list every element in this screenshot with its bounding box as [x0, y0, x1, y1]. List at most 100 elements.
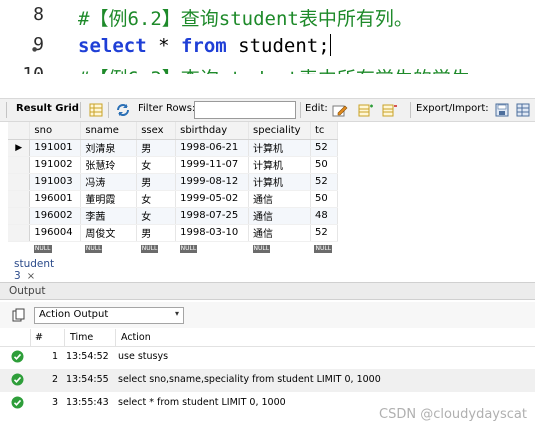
cell-sbirthday[interactable]: 1998-03-10	[175, 224, 250, 242]
output-type-select[interactable]: Action Output ▾	[34, 307, 184, 324]
grid-view-icon[interactable]	[88, 102, 104, 118]
insert-row-icon[interactable]	[358, 102, 374, 118]
row-selector[interactable]	[8, 173, 31, 191]
tab-student-3[interactable]: student 3 ×	[8, 256, 61, 282]
current-row-marker-icon[interactable]: ▶	[8, 139, 31, 157]
null-cell-sname[interactable]: NULL	[80, 241, 137, 253]
table-row[interactable]: 196004 周俊文 男 1998-03-10 通信 52	[8, 224, 339, 242]
output-row[interactable]: 2 13:54:55 select sno,sname,speciality f…	[0, 369, 535, 392]
null-cell-tc[interactable]: NULL	[310, 241, 338, 253]
row-selector[interactable]	[8, 156, 31, 174]
table-row[interactable]: ▶ 191001 刘清泉 男 1998-06-21 计算机 52	[8, 139, 339, 157]
cell-speciality[interactable]: 计算机	[248, 139, 311, 157]
output-row[interactable]: 1 13:54:52 use stusys	[0, 346, 535, 369]
cell-sno[interactable]: 191001	[29, 139, 82, 157]
column-header-sno[interactable]: sno	[29, 122, 82, 140]
cell-sno[interactable]: 191002	[29, 156, 82, 174]
toolbar-separator	[410, 102, 411, 118]
cell-sname[interactable]: 冯涛	[80, 173, 138, 191]
comment-text: #【例6.2】查询student表中所有列。	[78, 8, 413, 30]
table-row[interactable]: 191002 张慧玲 女 1999-11-07 计算机 50	[8, 156, 339, 174]
cell-sname[interactable]: 董明霞	[80, 190, 138, 208]
cell-ssex[interactable]: 女	[136, 207, 177, 225]
cell-sname[interactable]: 李茜	[80, 207, 138, 225]
result-grid[interactable]: sno sname ssex sbirthday speciality tc ▶…	[8, 122, 339, 253]
import-icon[interactable]	[515, 102, 531, 118]
cell-tc[interactable]: 50	[310, 190, 339, 208]
column-header-sbirthday[interactable]: sbirthday	[175, 122, 250, 140]
edit-row-icon[interactable]	[332, 102, 348, 118]
cell-sno[interactable]: 196004	[29, 224, 82, 242]
row-selector-header[interactable]	[8, 122, 31, 140]
column-header-speciality[interactable]: speciality	[248, 122, 311, 140]
cell-ssex[interactable]: 男	[136, 173, 177, 191]
editor-line-10[interactable]: 10 #【例6.3】查询student表中所有学生的学生	[0, 64, 535, 74]
cell-speciality[interactable]: 计算机	[248, 156, 311, 174]
null-cell-sbirthday[interactable]: NULL	[175, 241, 249, 253]
cell-sbirthday[interactable]: 1998-06-21	[175, 139, 250, 157]
cell-tc[interactable]: 50	[310, 156, 339, 174]
sql-statement: select * from student;	[78, 34, 331, 57]
cell-ssex[interactable]: 男	[136, 224, 177, 242]
row-selector[interactable]	[8, 224, 31, 242]
cell-ssex[interactable]: 女	[136, 156, 177, 174]
cell-sname[interactable]: 刘清泉	[80, 139, 138, 157]
result-grid-tab[interactable]: Result Grid	[16, 103, 79, 114]
cell-sbirthday[interactable]: 1999-08-12	[175, 173, 250, 191]
null-badge: NULL	[140, 244, 159, 253]
table-row[interactable]: 196001 董明霞 女 1999-05-02 通信 50	[8, 190, 339, 208]
cell-speciality[interactable]: 通信	[248, 207, 311, 225]
output-header-row: # Time Action	[0, 329, 535, 347]
column-header-action[interactable]: Action	[121, 332, 151, 343]
row-selector[interactable]	[8, 207, 31, 225]
cell-tc[interactable]: 48	[310, 207, 339, 225]
export-import-label: Export/Import:	[416, 103, 489, 114]
null-cell-ssex[interactable]: NULL	[136, 241, 176, 253]
cell-sname[interactable]: 周俊文	[80, 224, 138, 242]
table-row[interactable]: 196002 李茜 女 1998-07-25 通信 48	[8, 207, 339, 225]
edit-label: Edit:	[305, 103, 328, 114]
cell-speciality[interactable]: 计算机	[248, 173, 311, 191]
cell-ssex[interactable]: 女	[136, 190, 177, 208]
editor-line-8[interactable]: 8 #【例6.2】查询student表中所有列。	[0, 4, 535, 34]
cell-tc[interactable]: 52	[310, 139, 339, 157]
cell-sno[interactable]: 191003	[29, 173, 82, 191]
null-cell-sno[interactable]: NULL	[29, 241, 81, 253]
column-divider[interactable]	[30, 329, 31, 346]
cell-sbirthday[interactable]: 1999-11-07	[175, 156, 250, 174]
editor-line-9[interactable]: 9 ● select * from student;	[0, 34, 535, 64]
new-row-placeholder[interactable]: NULL NULL NULL NULL NULL NULL	[8, 241, 338, 253]
cell-sbirthday[interactable]: 1999-05-02	[175, 190, 250, 208]
column-header-sname[interactable]: sname	[80, 122, 138, 140]
refresh-icon[interactable]	[115, 102, 131, 118]
null-badge: NULL	[33, 244, 52, 253]
null-cell-speciality[interactable]: NULL	[248, 241, 311, 253]
success-check-icon	[11, 396, 24, 409]
column-divider[interactable]	[64, 329, 65, 346]
column-divider[interactable]	[115, 329, 116, 346]
column-header-tc[interactable]: tc	[310, 122, 339, 140]
cell-tc[interactable]: 52	[310, 224, 339, 242]
delete-row-icon[interactable]	[382, 102, 398, 118]
toolbar-separator	[300, 102, 301, 118]
cell-speciality[interactable]: 通信	[248, 224, 311, 242]
cell-ssex[interactable]: 男	[136, 139, 177, 157]
table-row[interactable]: 191003 冯涛 男 1999-08-12 计算机 52	[8, 173, 339, 191]
cell-sno[interactable]: 196002	[29, 207, 82, 225]
close-icon[interactable]: ×	[27, 271, 35, 282]
null-badge: NULL	[179, 244, 198, 253]
column-header-time[interactable]: Time	[70, 332, 93, 343]
sql-editor[interactable]: 8 #【例6.2】查询student表中所有列。 9 ● select * fr…	[0, 0, 535, 74]
copy-icon[interactable]	[12, 308, 26, 322]
export-icon[interactable]	[494, 102, 510, 118]
column-header-ssex[interactable]: ssex	[136, 122, 177, 140]
cell-speciality[interactable]: 通信	[248, 190, 311, 208]
cell-sname[interactable]: 张慧玲	[80, 156, 138, 174]
execute-marker-icon[interactable]: ●	[32, 46, 37, 53]
row-selector[interactable]	[8, 190, 31, 208]
column-header-number[interactable]: #	[35, 332, 43, 343]
filter-rows-input[interactable]	[194, 101, 296, 119]
cell-sbirthday[interactable]: 1998-07-25	[175, 207, 250, 225]
cell-tc[interactable]: 52	[310, 173, 339, 191]
cell-sno[interactable]: 196001	[29, 190, 82, 208]
